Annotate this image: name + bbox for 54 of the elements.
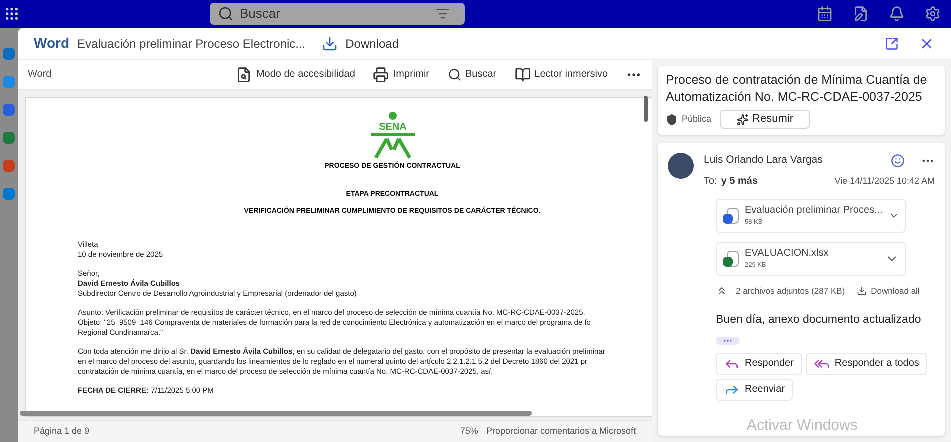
download-all-button[interactable]: Download all [857,284,920,298]
sender-name: Luis Orlando Lara Vargas [704,153,823,168]
calendar-icon[interactable] [817,6,833,22]
search-icon [218,6,234,22]
attachment-name: EVALUACION.xlsx [745,247,829,262]
sensitivity-label: Pública [682,112,712,126]
book-icon [514,66,531,82]
pop-out-icon[interactable] [885,36,899,50]
avatar [668,153,694,179]
show-more-icon[interactable] [716,336,740,345]
search-field[interactable]: Buscar [210,3,465,25]
file-icon [723,250,739,267]
toolbar-button[interactable]: Imprimir [373,66,430,82]
smiley-icon[interactable] [891,154,905,168]
message-action-button[interactable]: Reenviar [716,378,794,401]
activation-notice: Activar Windows [747,416,858,436]
collapse-icon[interactable] [716,285,728,298]
printer-icon [373,66,390,82]
toolbar-label: Word [28,68,52,82]
page-indicator: Página 1 de 9 [34,424,90,438]
recipients[interactable]: y 5 más [721,174,758,189]
app-launcher-icon[interactable] [4,6,20,22]
message-action-button[interactable]: Responder a todos [806,352,928,375]
zoom-level: 75% [460,424,478,438]
shield-icon [666,114,678,126]
summary-icon [736,114,749,126]
accessibility-icon [236,66,252,82]
file-icon [723,208,739,224]
attachment-name: Evaluación preliminar Proces... [745,204,883,218]
download-icon [322,36,338,52]
note-icon[interactable] [853,6,869,22]
filter-icon[interactable] [436,7,450,21]
vertical-scrollbar[interactable] [644,96,648,122]
attachments-summary: 2 archivos adjuntos (287 KB) [736,284,846,298]
to-label: To: [704,174,718,189]
download-button[interactable]: Download [322,34,399,52]
search-input[interactable]: Buscar [240,4,430,24]
sent-date: Vie 14/11/2025 10:42 AM [834,174,935,188]
download-icon [857,286,868,296]
toolbar-button[interactable]: Modo de accesibilidad [236,66,356,82]
toolbar-button[interactable]: Lector inmersivo [514,66,608,82]
message-action-button[interactable]: Responder [716,352,802,375]
message-body: Buen día, anexo documento actualizado [716,312,922,328]
bell-icon[interactable] [889,6,905,22]
feedback-link[interactable]: Proporcionar comentarios a Microsoft [486,424,636,438]
summarize-button[interactable]: Resumir [720,110,810,129]
email-subject: Proceso de contratación de Mínima Cuantía de Automatización No. MC-RC-CDAE-0037-2025 [666,72,928,106]
toolbar-button[interactable]: Buscar [448,67,497,82]
settings-icon[interactable] [925,6,941,22]
horizontal-scrollbar[interactable] [20,411,532,416]
app-name: Word [34,34,70,53]
file-name: Evaluación preliminar Proceso Electronic... [78,36,306,52]
search-icon [448,68,462,82]
sena-logo: SENA [370,112,416,160]
